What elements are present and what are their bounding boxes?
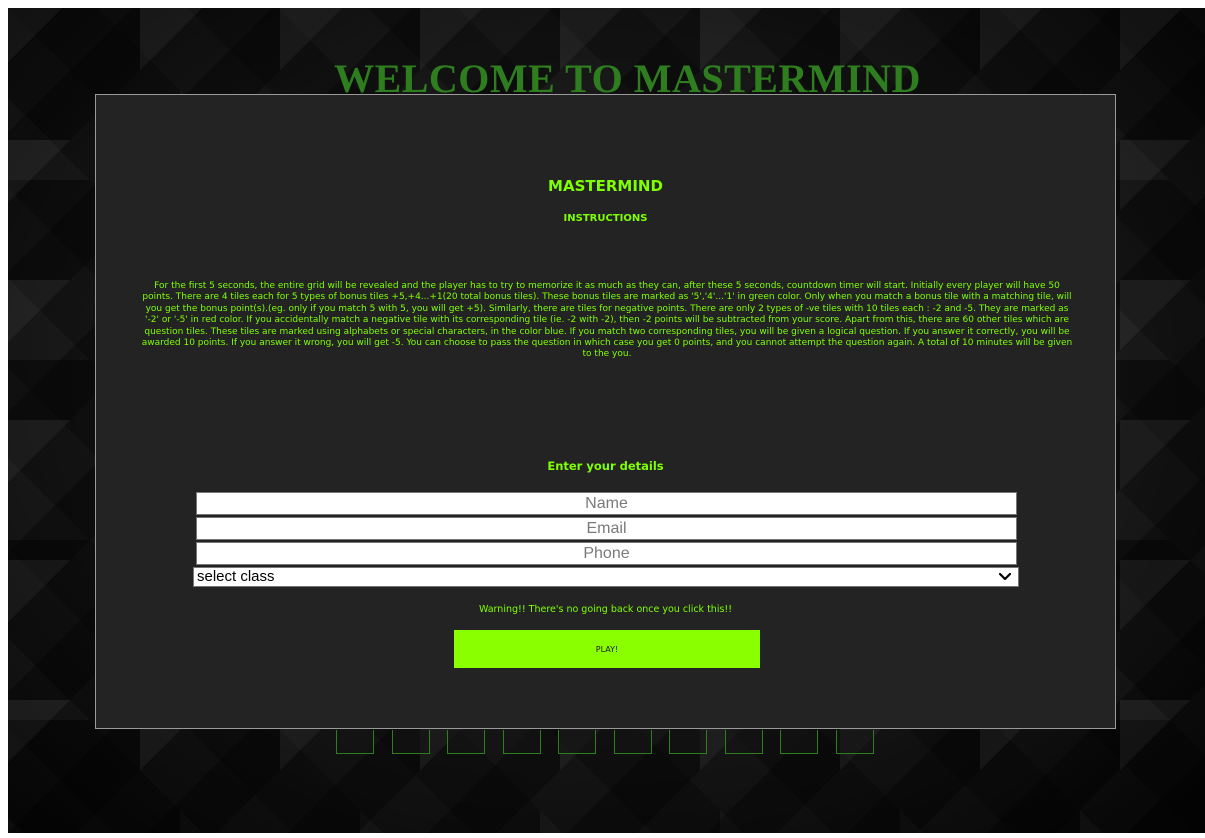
panel-heading: MASTERMIND bbox=[548, 177, 663, 195]
page: WELCOME TO MASTERMIND MASTERMIND INSTRUC… bbox=[0, 0, 1205, 838]
grid-tile bbox=[502, 730, 541, 754]
grid-tile bbox=[669, 730, 707, 754]
instructions-panel: MASTERMIND INSTRUCTIONS For the first 5 … bbox=[95, 94, 1116, 729]
grid-tile bbox=[336, 730, 374, 754]
grid-tile bbox=[780, 730, 818, 754]
grid-tile bbox=[447, 730, 485, 754]
grid-tile bbox=[558, 730, 596, 754]
window-edge-left bbox=[0, 0, 8, 838]
details-heading: Enter your details bbox=[547, 459, 664, 473]
chevron-down-icon bbox=[998, 568, 1012, 586]
phone-input[interactable] bbox=[196, 542, 1017, 565]
window-edge-bottom bbox=[0, 833, 1205, 838]
grid-tile bbox=[835, 730, 874, 754]
warning-text: Warning!! There's no going back once you… bbox=[478, 604, 733, 615]
grid-tile bbox=[724, 730, 763, 754]
class-select-value: select class bbox=[197, 568, 275, 585]
class-select[interactable]: select class bbox=[193, 567, 1019, 587]
play-button[interactable]: PLAY! bbox=[454, 630, 760, 668]
window-edge-top bbox=[0, 0, 1205, 8]
instructions-heading: INSTRUCTIONS bbox=[563, 213, 648, 224]
instructions-text: For the first 5 seconds, the entire grid… bbox=[141, 281, 1073, 360]
name-input[interactable] bbox=[196, 492, 1017, 515]
email-input[interactable] bbox=[196, 517, 1017, 540]
grid-tile bbox=[613, 730, 652, 754]
grid-tile bbox=[391, 730, 430, 754]
